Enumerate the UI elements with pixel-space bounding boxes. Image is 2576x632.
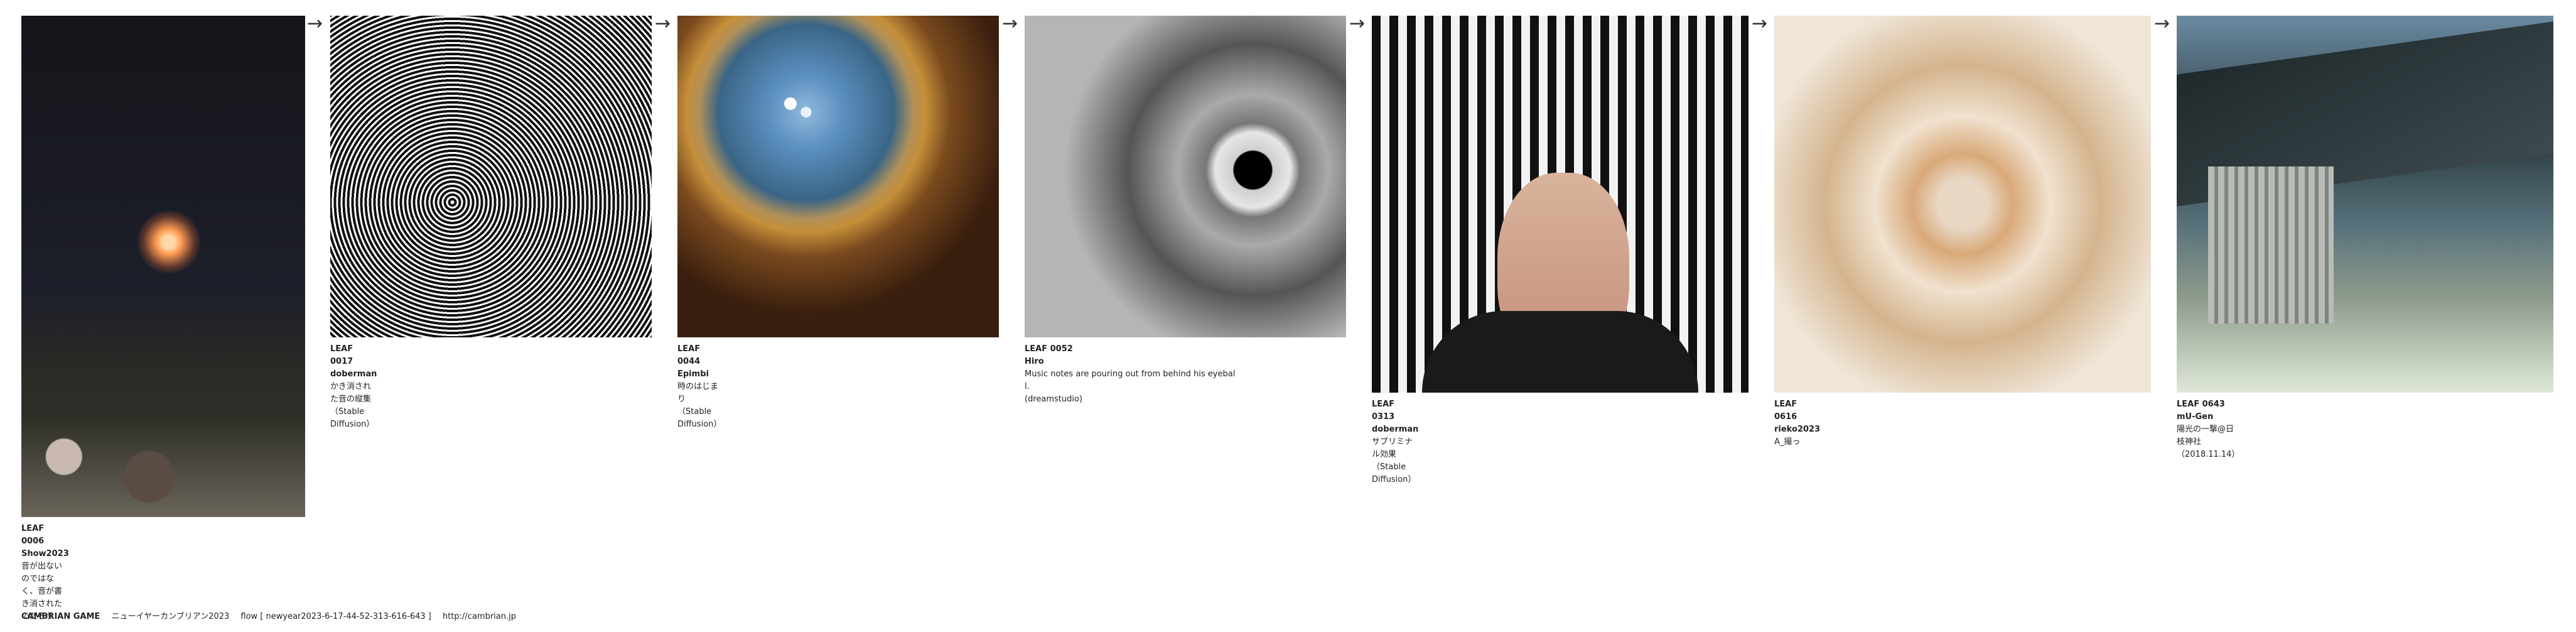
leaf-meta-0052: LEAF 0052 Hiro Music notes are pouring o… xyxy=(1025,343,1276,406)
leaf-author[interactable]: Show2023 xyxy=(21,548,69,560)
leaf-image-0313[interactable] xyxy=(1372,16,1749,393)
leaf-caption: サブリミナル効果（Stable Diffusion） xyxy=(1372,437,1416,484)
firework-graphic xyxy=(137,210,200,273)
leaf-meta-0616: LEAF 0616 rieko2023 A_撮っ xyxy=(1774,398,1820,449)
leaf-image-0006[interactable] xyxy=(21,16,305,517)
leaf-id[interactable]: LEAF 0643 xyxy=(2177,398,2239,411)
flow-arrow-icon: → xyxy=(1752,13,1768,35)
leaf-meta-0643: LEAF 0643 mU-Gen 陽光の一撃@日枝神社（2018.11.14） xyxy=(2177,398,2239,461)
leaf-id[interactable]: LEAF 0616 xyxy=(1774,398,1820,423)
portrait-suit-graphic xyxy=(1422,311,1698,393)
leaf-caption: かき消された音の縦集 （Stable Diffusion） xyxy=(330,382,375,429)
leaf-id[interactable]: LEAF 0052 xyxy=(1025,343,1276,356)
leaf-caption: Music notes are pouring out from behind … xyxy=(1025,369,1236,404)
leaf-meta-0313: LEAF 0313 doberman サブリミナル効果（Stable Diffu… xyxy=(1372,398,1418,486)
leaf-id[interactable]: LEAF 0313 xyxy=(1372,398,1418,423)
flow-arrow-icon: → xyxy=(1002,13,1018,35)
leaf-id[interactable]: LEAF 0017 xyxy=(330,343,377,368)
leaf-image-0052[interactable] xyxy=(1025,16,1346,337)
leaf-author[interactable]: Epimbi xyxy=(677,368,721,381)
crowd-graphic xyxy=(21,417,305,517)
footer-game-name[interactable]: CAMBRIAN GAME xyxy=(21,612,100,621)
leaf-meta-0044: LEAF 0044 Epimbi 時のはじまり （Stable Diffusio… xyxy=(677,343,721,431)
leaf-author[interactable]: mU-Gen xyxy=(2177,411,2239,423)
leaf-author[interactable]: Hiro xyxy=(1025,356,1276,368)
leaf-caption: A_撮っ xyxy=(1774,437,1801,447)
flow-arrow-icon: → xyxy=(1349,13,1366,35)
glow-dot-graphic xyxy=(784,97,797,110)
leaf-meta-0006: LEAF 0006 Show2023 音が出ないのではなく、音が書き消されたのだ… xyxy=(21,523,69,623)
flow-arrow-icon: → xyxy=(655,13,671,35)
leaf-author[interactable]: doberman xyxy=(1372,423,1418,436)
leaf-author[interactable]: doberman xyxy=(330,368,377,381)
leaf-id[interactable]: LEAF 0006 xyxy=(21,523,69,548)
leaf-author[interactable]: rieko2023 xyxy=(1774,423,1820,436)
footer-bar: CAMBRIAN GAME ニューイヤーカンブリアン2023 flow [ ne… xyxy=(21,609,525,621)
leaf-meta-0017: LEAF 0017 doberman かき消された音の縦集 （Stable Di… xyxy=(330,343,377,431)
flow-arrow-icon: → xyxy=(307,13,323,35)
flow-arrow-icon: → xyxy=(2154,13,2170,35)
footer-url-link[interactable]: http://cambrian.jp xyxy=(443,612,516,621)
leaf-image-0616[interactable] xyxy=(1774,16,2151,393)
footer-flow-id: flow [ newyear2023-6-17-44-52-313-616-64… xyxy=(240,612,431,621)
leaf-image-0643[interactable] xyxy=(2177,16,2553,393)
leaf-image-0017[interactable] xyxy=(330,16,652,337)
leaf-image-0044[interactable] xyxy=(677,16,999,337)
leaf-caption: 時のはじまり （Stable Diffusion） xyxy=(677,382,722,429)
leaf-caption: 陽光の一撃@日枝神社（2018.11.14） xyxy=(2177,425,2240,459)
shrine-wall-graphic xyxy=(2208,166,2334,324)
footer-game-title[interactable]: ニューイヤーカンブリアン2023 xyxy=(111,612,229,621)
leaf-id[interactable]: LEAF 0044 xyxy=(677,343,721,368)
